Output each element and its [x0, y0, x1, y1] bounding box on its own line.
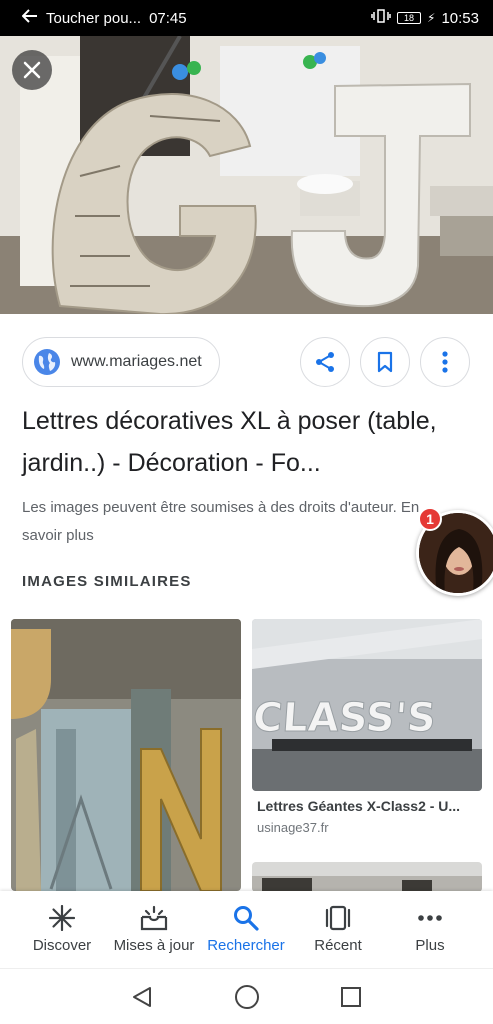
notification-badge: 1 — [418, 507, 442, 531]
bottom-navigation: Discover Mises à jour Rechercher Récent … — [0, 891, 493, 968]
similar-image-caption[interactable]: Lettres Géantes X-Class2 - U... — [257, 798, 479, 814]
nav-label: Rechercher — [207, 937, 285, 954]
share-icon — [316, 352, 334, 372]
source-row: www.mariages.net — [22, 337, 471, 387]
globe-icon — [34, 349, 60, 375]
vibrate-icon — [371, 8, 391, 28]
nav-updates[interactable]: Mises à jour — [106, 891, 202, 968]
svg-text:CLASS'S: CLASS'S — [252, 695, 437, 741]
return-to-app-text[interactable]: Toucher pou... — [46, 10, 141, 27]
nav-search[interactable]: Rechercher — [200, 891, 292, 968]
clock: 10:53 — [441, 9, 479, 27]
similar-images-heading: IMAGES SIMILAIRES — [22, 573, 192, 590]
close-icon — [23, 61, 41, 79]
similar-image[interactable]: CLASS'S — [252, 619, 482, 791]
bookmark-icon — [377, 351, 393, 373]
square-icon — [341, 987, 361, 1007]
nav-more[interactable]: Plus — [400, 891, 460, 968]
asterisk-icon — [49, 905, 75, 931]
nav-recent[interactable]: Récent — [306, 891, 370, 968]
charging-icon: ⚡ — [427, 11, 436, 25]
return-app-time: 07:45 — [149, 9, 187, 27]
battery-icon: 18 — [397, 12, 422, 24]
copyright-notice[interactable]: Les images peuvent être soumises à des d… — [22, 494, 462, 550]
bookmark-button[interactable] — [360, 337, 410, 387]
back-arrow-icon[interactable] — [21, 9, 38, 27]
share-button[interactable] — [300, 337, 350, 387]
system-back-button[interactable] — [128, 983, 156, 1011]
home-circle-icon — [235, 985, 259, 1009]
system-navigation-bar — [0, 968, 493, 1024]
system-home-button[interactable] — [233, 983, 261, 1011]
similar-image-source: usinage37.fr — [257, 820, 329, 835]
nav-label: Discover — [32, 937, 92, 954]
source-domain: www.mariages.net — [71, 353, 202, 370]
source-link[interactable]: www.mariages.net — [22, 337, 220, 387]
more-horiz-icon — [418, 915, 442, 921]
back-triangle-icon — [133, 987, 151, 1007]
recent-icon — [325, 905, 351, 931]
nav-label: Plus — [415, 937, 445, 954]
result-title[interactable]: Lettres décoratives XL à poser (table, j… — [22, 400, 472, 484]
similar-image[interactable] — [11, 619, 241, 891]
nav-discover[interactable]: Discover — [28, 891, 96, 968]
more-vert-icon — [442, 351, 448, 373]
more-options-button[interactable] — [420, 337, 470, 387]
updates-icon — [140, 905, 168, 931]
status-bar: Toucher pou... 07:45 18 ⚡ 10:53 — [0, 0, 493, 36]
nav-label: Mises à jour — [113, 937, 195, 954]
nav-label: Récent — [314, 937, 362, 954]
system-recents-button[interactable] — [337, 983, 365, 1011]
search-icon — [234, 906, 259, 931]
hero-image[interactable] — [0, 36, 493, 314]
close-button[interactable] — [12, 50, 52, 90]
similar-image[interactable] — [252, 862, 482, 892]
